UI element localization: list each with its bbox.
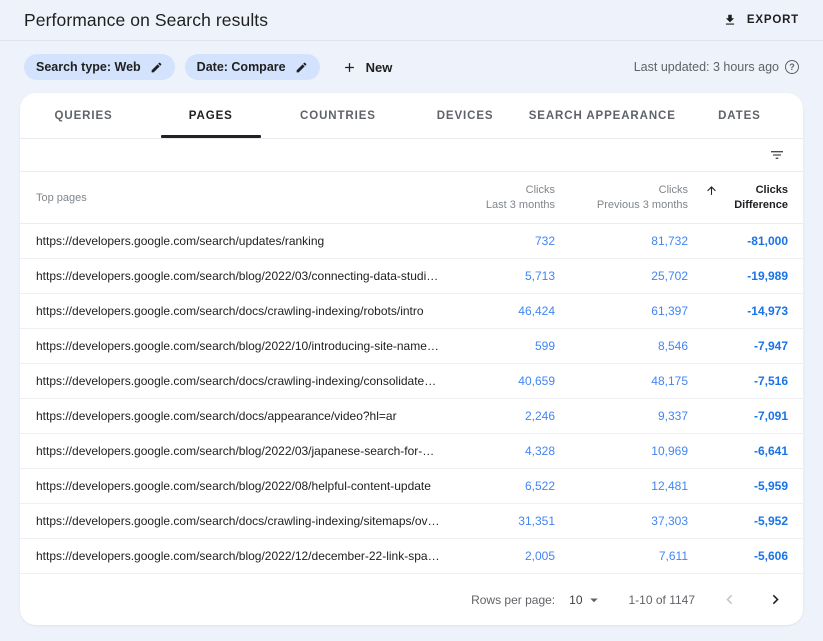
table-row[interactable]: https://developers.google.com/search/doc… — [20, 364, 803, 399]
table-row[interactable]: https://developers.google.com/search/blo… — [20, 469, 803, 504]
dropdown-icon — [585, 591, 603, 609]
search-type-chip-label: Search type: Web — [36, 60, 141, 74]
page-url[interactable]: https://developers.google.com/search/blo… — [36, 339, 440, 353]
plus-icon — [342, 60, 357, 75]
clicks-diff-value: -7,516 — [688, 374, 788, 388]
sort-up-icon — [705, 184, 718, 197]
clicks-diff-value: -5,606 — [688, 549, 788, 563]
clicks-diff-value: -14,973 — [688, 304, 788, 318]
tab-pages[interactable]: PAGES — [147, 93, 274, 138]
clicks-last-value: 2,246 — [440, 409, 555, 423]
chevron-left-icon — [720, 590, 739, 609]
table-row[interactable]: https://developers.google.com/search/doc… — [20, 399, 803, 434]
page-url[interactable]: https://developers.google.com/search/blo… — [36, 549, 440, 563]
download-icon — [723, 13, 737, 27]
clicks-last-value: 5,713 — [440, 269, 555, 283]
tab-queries[interactable]: QUERIES — [20, 93, 147, 138]
filter-bar: Search type: Web Date: Compare New Last … — [0, 41, 823, 93]
clicks-last-value: 31,351 — [440, 514, 555, 528]
table-body: https://developers.google.com/search/upd… — [20, 224, 803, 574]
page-url[interactable]: https://developers.google.com/search/upd… — [36, 234, 440, 248]
help-icon[interactable]: ? — [785, 60, 799, 74]
page-url[interactable]: https://developers.google.com/search/blo… — [36, 479, 440, 493]
table-row[interactable]: https://developers.google.com/search/upd… — [20, 224, 803, 259]
clicks-diff-value: -6,641 — [688, 444, 788, 458]
table-pagination: Rows per page: 10 1-10 of 1147 — [20, 574, 803, 625]
table-row[interactable]: https://developers.google.com/search/blo… — [20, 434, 803, 469]
edit-icon — [295, 61, 308, 74]
pagination-range: 1-10 of 1147 — [629, 593, 696, 607]
date-compare-chip-label: Date: Compare — [197, 60, 286, 74]
clicks-prev-value: 61,397 — [555, 304, 688, 318]
date-compare-chip[interactable]: Date: Compare — [185, 54, 320, 80]
clicks-diff-value: -7,091 — [688, 409, 788, 423]
page-url[interactable]: https://developers.google.com/search/doc… — [36, 514, 440, 528]
clicks-prev-value: 25,702 — [555, 269, 688, 283]
top-bar: Performance on Search results EXPORT — [0, 0, 823, 41]
next-page-button[interactable] — [763, 588, 787, 612]
tab-devices[interactable]: DEVICES — [402, 93, 529, 138]
table-row[interactable]: https://developers.google.com/search/doc… — [20, 504, 803, 539]
clicks-diff-value: -5,959 — [688, 479, 788, 493]
new-filter-button[interactable]: New — [342, 60, 393, 75]
rows-per-page-value: 10 — [569, 593, 582, 607]
page-url[interactable]: https://developers.google.com/search/doc… — [36, 409, 440, 423]
clicks-prev-value: 81,732 — [555, 234, 688, 248]
page-url[interactable]: https://developers.google.com/search/doc… — [36, 304, 440, 318]
dimension-tabs: QUERIES PAGES COUNTRIES DEVICES SEARCH A… — [20, 93, 803, 139]
last-updated-text: Last updated: 3 hours ago — [634, 60, 779, 74]
column-header-clicks-difference[interactable]: Clicks Difference — [688, 183, 788, 213]
column-header-top-pages[interactable]: Top pages — [36, 192, 440, 204]
page-title: Performance on Search results — [24, 10, 268, 31]
clicks-prev-value: 8,546 — [555, 339, 688, 353]
clicks-last-value: 599 — [440, 339, 555, 353]
column-header-clicks-last[interactable]: Clicks Last 3 months — [440, 183, 555, 213]
search-type-chip[interactable]: Search type: Web — [24, 54, 175, 80]
clicks-last-value: 2,005 — [440, 549, 555, 563]
clicks-last-value: 40,659 — [440, 374, 555, 388]
rows-per-page-select[interactable]: 10 — [569, 591, 602, 609]
table-row[interactable]: https://developers.google.com/search/blo… — [20, 329, 803, 364]
chevron-right-icon — [766, 590, 785, 609]
clicks-prev-value: 12,481 — [555, 479, 688, 493]
clicks-prev-value: 37,303 — [555, 514, 688, 528]
filter-icon[interactable] — [769, 147, 785, 163]
clicks-last-value: 6,522 — [440, 479, 555, 493]
performance-card: QUERIES PAGES COUNTRIES DEVICES SEARCH A… — [20, 93, 803, 625]
tab-countries[interactable]: COUNTRIES — [274, 93, 401, 138]
page-url[interactable]: https://developers.google.com/search/blo… — [36, 444, 440, 458]
table-filter-row — [20, 139, 803, 172]
last-updated-status: Last updated: 3 hours ago ? — [634, 60, 799, 74]
clicks-prev-value: 48,175 — [555, 374, 688, 388]
table-row[interactable]: https://developers.google.com/search/blo… — [20, 259, 803, 294]
clicks-prev-value: 9,337 — [555, 409, 688, 423]
column-header-clicks-prev[interactable]: Clicks Previous 3 months — [555, 183, 688, 213]
clicks-last-value: 46,424 — [440, 304, 555, 318]
clicks-diff-value: -7,947 — [688, 339, 788, 353]
table-row[interactable]: https://developers.google.com/search/doc… — [20, 294, 803, 329]
edit-icon — [150, 61, 163, 74]
clicks-diff-value: -19,989 — [688, 269, 788, 283]
clicks-diff-value: -81,000 — [688, 234, 788, 248]
tab-dates[interactable]: DATES — [676, 93, 803, 138]
export-label: EXPORT — [747, 14, 799, 26]
clicks-prev-value: 10,969 — [555, 444, 688, 458]
tab-search-appearance[interactable]: SEARCH APPEARANCE — [529, 93, 676, 138]
rows-per-page-label: Rows per page: — [471, 593, 555, 607]
page-url[interactable]: https://developers.google.com/search/blo… — [36, 269, 440, 283]
export-button[interactable]: EXPORT — [723, 13, 799, 27]
previous-page-button[interactable] — [717, 588, 741, 612]
clicks-last-value: 732 — [440, 234, 555, 248]
page-url[interactable]: https://developers.google.com/search/doc… — [36, 374, 440, 388]
table-row[interactable]: https://developers.google.com/search/blo… — [20, 539, 803, 574]
clicks-diff-value: -5,952 — [688, 514, 788, 528]
table-header: Top pages Clicks Last 3 months Clicks Pr… — [20, 172, 803, 224]
new-filter-label: New — [366, 60, 393, 75]
clicks-last-value: 4,328 — [440, 444, 555, 458]
clicks-prev-value: 7,611 — [555, 549, 688, 563]
